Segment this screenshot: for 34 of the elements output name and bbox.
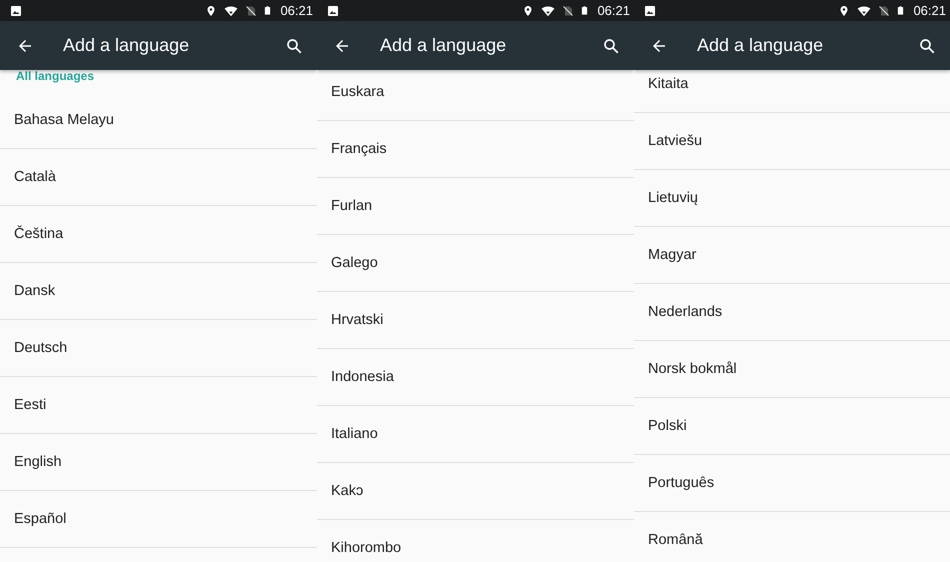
no-sim-icon — [562, 4, 574, 18]
language-item[interactable]: Nederlands — [634, 284, 950, 341]
clock-time: 06:21 — [280, 3, 313, 18]
no-sim-icon — [878, 4, 890, 18]
search-button[interactable] — [918, 36, 936, 54]
search-icon — [285, 36, 303, 54]
location-pin-icon — [522, 4, 534, 18]
location-pin-icon — [838, 4, 850, 18]
image-icon — [327, 4, 339, 16]
screen-title: Add a language — [697, 35, 824, 56]
clock-time: 06:21 — [913, 3, 946, 18]
language-item[interactable]: Português — [634, 455, 950, 512]
language-item[interactable]: Lietuvių — [634, 170, 950, 227]
language-item[interactable]: Polski — [634, 398, 950, 455]
wifi-icon — [856, 4, 872, 18]
language-item[interactable]: Magyar — [634, 227, 950, 284]
wifi-icon — [540, 4, 556, 18]
search-icon — [918, 36, 936, 54]
image-icon — [644, 4, 656, 16]
location-pin-icon — [205, 4, 218, 18]
wifi-icon — [223, 4, 240, 18]
language-item[interactable]: Latviešu — [634, 113, 950, 170]
image-icon — [10, 4, 22, 16]
screen-title: Add a language — [380, 35, 508, 56]
search-icon — [602, 36, 620, 54]
language-item[interactable]: Română — [634, 512, 950, 562]
clock-time: 06:21 — [597, 3, 630, 18]
screen-title: Add a language — [63, 35, 190, 56]
language-item[interactable]: Kitaita — [634, 70, 950, 113]
search-button[interactable] — [602, 36, 620, 54]
no-sim-icon — [245, 4, 258, 18]
search-button[interactable] — [285, 36, 303, 54]
language-item[interactable]: Norsk bokmål — [634, 341, 950, 398]
section-header: All languages — [15, 70, 96, 85]
